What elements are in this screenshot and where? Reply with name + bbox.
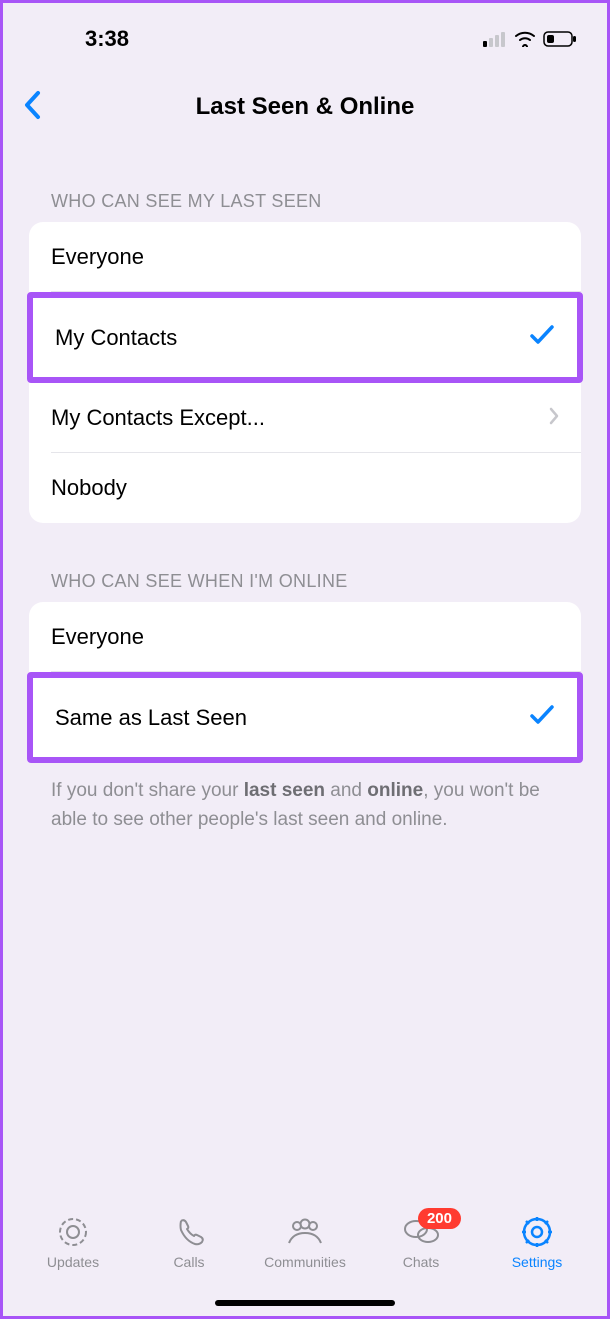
option-label: Nobody [51,475,127,501]
nav-header: Last Seen & Online [3,63,607,143]
tab-communities[interactable]: Communities [247,1214,363,1270]
option-label: Everyone [51,624,144,650]
status-icons [483,31,577,47]
option-same-as-last-seen[interactable]: Same as Last Seen [35,678,575,757]
updates-icon [56,1214,90,1250]
footer-text-part: If you don't share your [51,780,244,801]
page-title: Last Seen & Online [23,93,587,121]
tab-label: Calls [173,1254,204,1270]
checkmark-icon [529,322,555,353]
section-header-online: WHO CAN SEE WHEN I'M ONLINE [3,523,607,602]
tab-label: Updates [47,1254,99,1270]
signal-icon [483,31,507,47]
wifi-icon [514,31,536,47]
option-group-last-seen: Everyone My Contacts My Contacts Except.… [29,222,581,523]
footer-bold: online [367,780,423,801]
tab-label: Chats [403,1254,440,1270]
option-label: My Contacts [55,325,177,351]
battery-icon [543,31,577,47]
footer-note: If you don't share your last seen and on… [3,763,607,848]
option-my-contacts[interactable]: My Contacts [35,298,575,377]
chats-badge: 200 [418,1208,461,1229]
chevron-right-icon [549,405,559,431]
option-label: My Contacts Except... [51,405,265,431]
tab-calls[interactable]: Calls [131,1214,247,1270]
option-label: Same as Last Seen [55,705,247,731]
tab-updates[interactable]: Updates [15,1214,131,1270]
highlight-same-as-last-seen: Same as Last Seen [27,672,583,763]
gear-icon [520,1214,554,1250]
footer-text-part: and [325,780,367,801]
status-bar: 3:38 [3,3,607,63]
chevron-left-icon [23,90,41,120]
option-everyone[interactable]: Everyone [29,222,581,292]
tab-chats[interactable]: 200 Chats [363,1214,479,1270]
tab-settings[interactable]: Settings [479,1214,595,1270]
option-label: Everyone [51,244,144,270]
checkmark-icon [529,702,555,733]
highlight-my-contacts: My Contacts [27,292,583,383]
option-nobody[interactable]: Nobody [29,453,581,523]
option-online-everyone[interactable]: Everyone [29,602,581,672]
tab-label: Communities [264,1254,346,1270]
phone-icon [172,1214,206,1250]
status-time: 3:38 [85,26,129,52]
footer-bold: last seen [244,780,325,801]
communities-icon [285,1214,325,1250]
home-indicator[interactable] [215,1300,395,1306]
back-button[interactable] [17,84,47,131]
tab-label: Settings [512,1254,563,1270]
option-my-contacts-except[interactable]: My Contacts Except... [29,383,581,453]
option-group-online: Everyone Same as Last Seen [29,602,581,763]
section-header-last-seen: WHO CAN SEE MY LAST SEEN [3,143,607,222]
